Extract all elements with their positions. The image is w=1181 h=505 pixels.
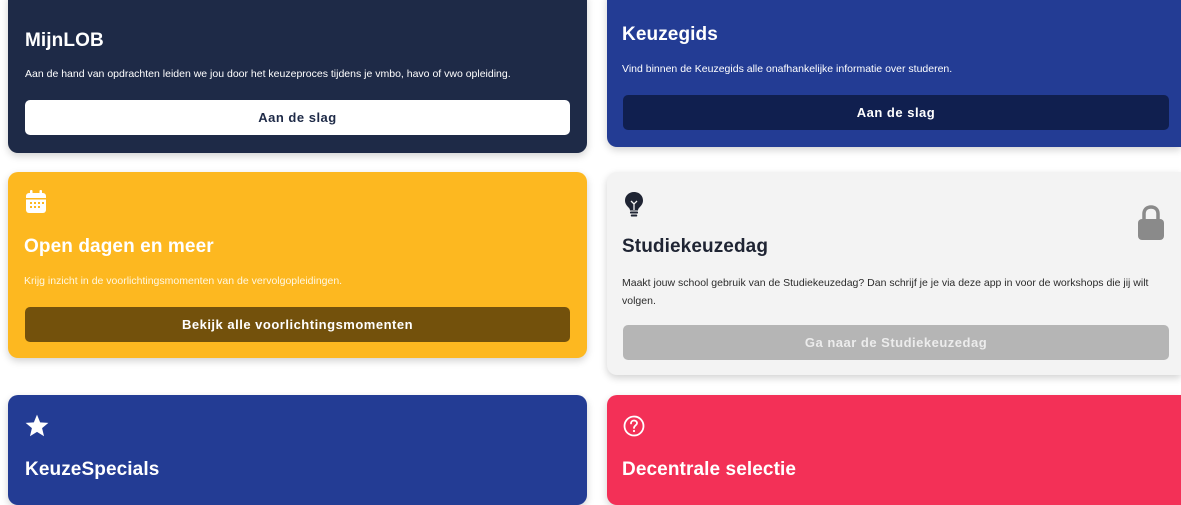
card-description: Krijg inzicht in de voorlichtingsmomente… bbox=[24, 275, 343, 287]
lock-icon bbox=[1137, 205, 1165, 246]
keuzegids-start-button[interactable]: Aan de slag bbox=[623, 95, 1169, 130]
card-title: MijnLOB bbox=[25, 30, 104, 51]
mijnlob-start-button[interactable]: Aan de slag bbox=[25, 100, 570, 135]
card-title: KeuzeSpecials bbox=[25, 459, 160, 480]
card-title: Keuzegids bbox=[622, 24, 718, 45]
card-title: Decentrale selectie bbox=[622, 459, 797, 480]
card-decentrale-selectie: Decentrale selectie bbox=[607, 395, 1181, 505]
card-open-dagen: Open dagen en meer Krijg inzicht in de v… bbox=[8, 172, 587, 358]
card-title: Open dagen en meer bbox=[24, 236, 214, 257]
card-description: Maakt jouw school gebruik van de Studiek… bbox=[622, 277, 1149, 307]
card-description: Aan de hand van opdrachten leiden we jou… bbox=[25, 68, 511, 80]
card-keuzespecials: KeuzeSpecials bbox=[8, 395, 587, 505]
card-title: Studiekeuzedag bbox=[622, 236, 769, 257]
star-icon bbox=[24, 413, 50, 444]
card-description: Vind binnen de Keuzegids alle onafhankel… bbox=[622, 63, 953, 75]
question-circle-icon bbox=[623, 415, 645, 442]
voorlichtingsmomenten-button[interactable]: Bekijk alle voorlichtingsmomenten bbox=[25, 307, 570, 342]
card-studiekeuzedag: Studiekeuzedag Maakt jouw school gebruik… bbox=[607, 172, 1181, 375]
studiekeuzedag-button[interactable]: Ga naar de Studiekeuzedag bbox=[623, 325, 1169, 360]
card-mijnlob: MijnLOB Aan de hand van opdrachten leide… bbox=[8, 0, 587, 153]
calendar-icon bbox=[25, 190, 47, 219]
lightbulb-icon bbox=[625, 192, 643, 223]
card-keuzegids: Keuzegids Vind binnen de Keuzegids alle … bbox=[607, 0, 1181, 147]
